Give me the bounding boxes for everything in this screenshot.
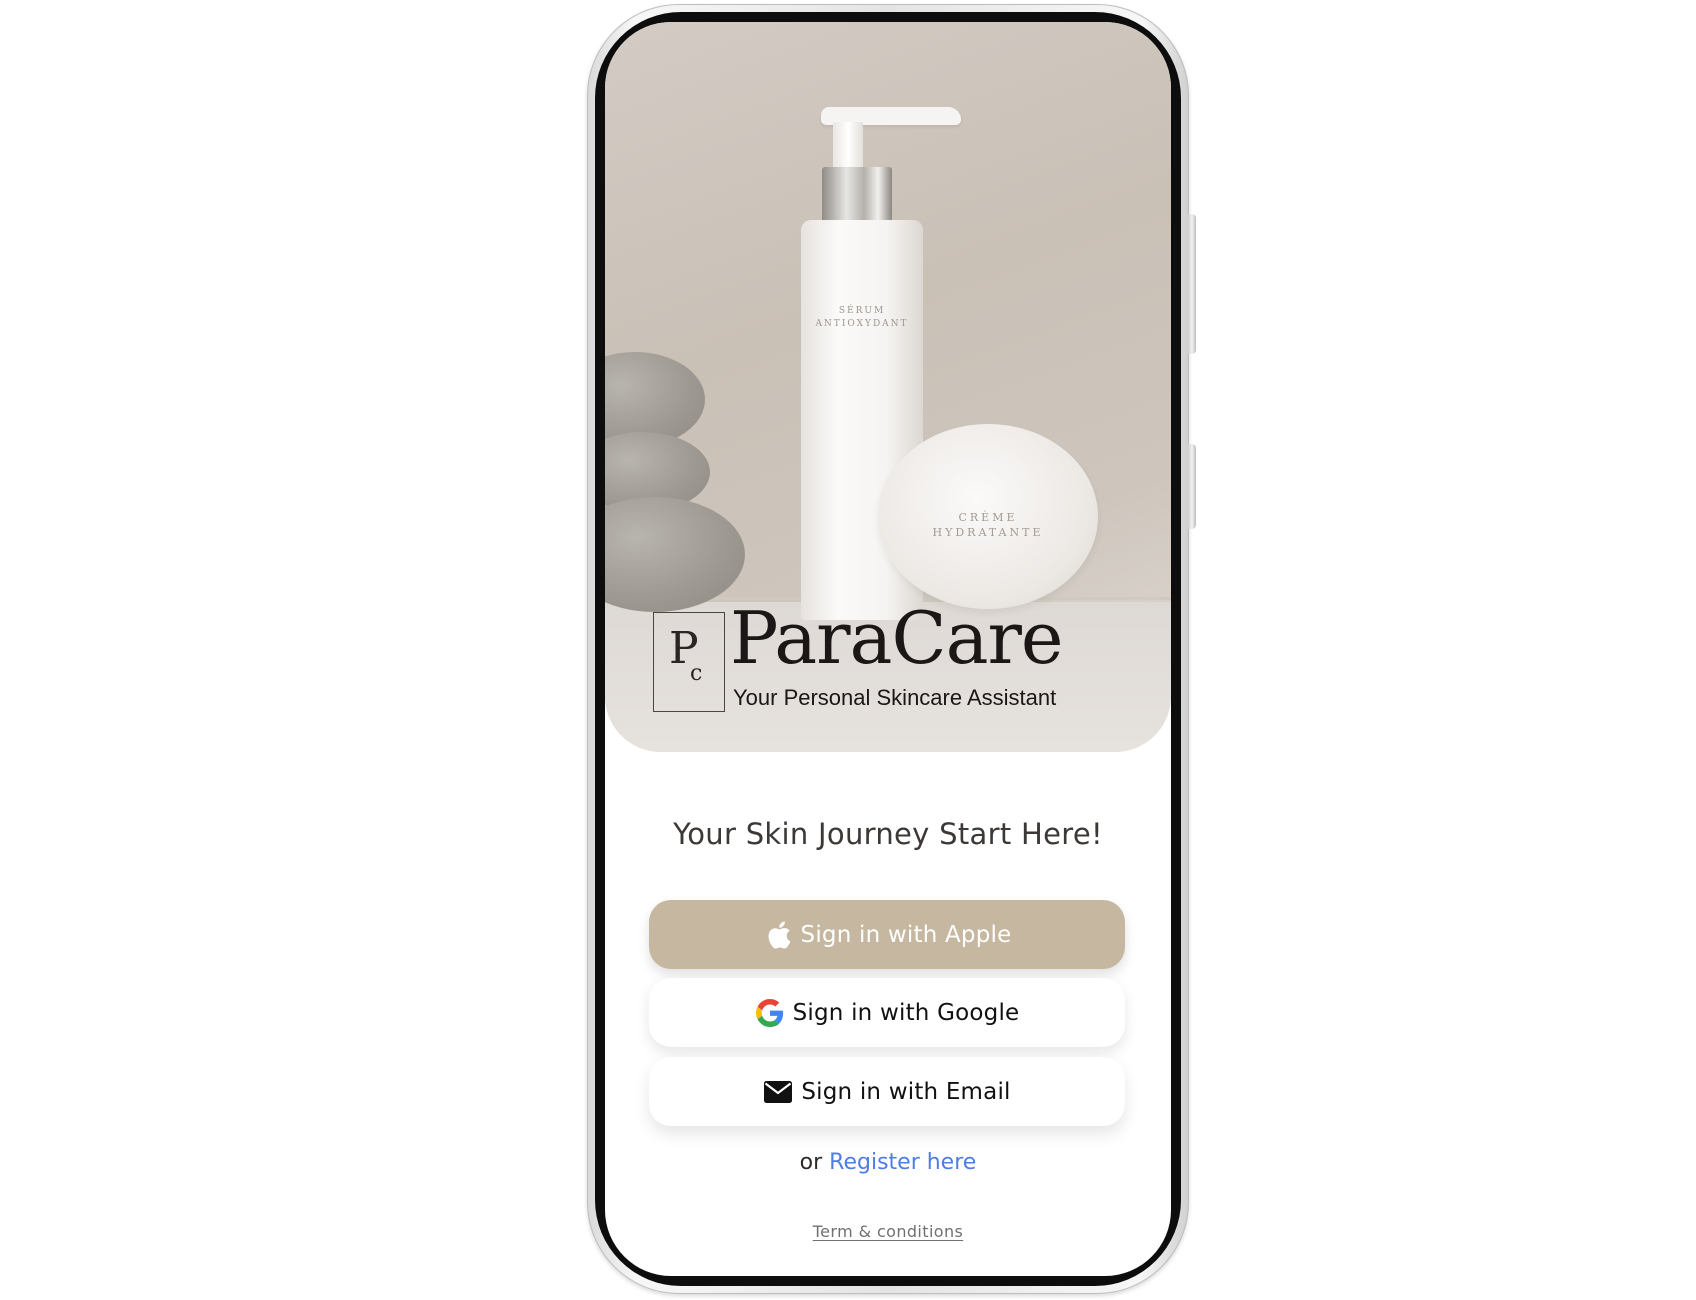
hero-image: SÉRUM ANTIOXYDANT CRÈME HYDRATANTE P c P… [605,22,1171,752]
bottle-label: SÉRUM ANTIOXYDANT [815,306,909,329]
power-button [1188,444,1196,529]
google-icon [755,998,785,1028]
register-prefix: or [799,1150,830,1175]
sign-in-apple-button[interactable]: Sign in with Apple [649,900,1125,969]
bottle-pump-neck [833,122,863,167]
apple-icon [763,920,793,950]
page-title: Your Skin Journey Start Here! [673,817,1103,851]
jar-label: CRÈME HYDRATANTE [932,511,1044,539]
app-screen: SÉRUM ANTIOXYDANT CRÈME HYDRATANTE P c P… [605,22,1171,1276]
apple-button-label: Sign in with Apple [800,921,1012,948]
register-link[interactable]: Register here [829,1150,976,1175]
brand-logo: P c [653,612,725,712]
terms-row: Term & conditions [605,1222,1171,1241]
stone-bottom [605,497,745,612]
sign-in-email-button[interactable]: Sign in with Email [649,1057,1125,1126]
google-button-label: Sign in with Google [792,999,1020,1026]
volume-button [1188,214,1196,354]
phone-frame: SÉRUM ANTIOXYDANT CRÈME HYDRATANTE P c P… [587,4,1196,1294]
register-row: or Register here [605,1150,1171,1175]
brand-name: ParaCare [730,596,1064,680]
email-button-label: Sign in with Email [801,1078,1011,1105]
logo-letter-c: c [690,661,703,686]
cream-jar: CRÈME HYDRATANTE [878,424,1098,609]
terms-link[interactable]: Term & conditions [813,1222,964,1241]
bottle-collar [822,167,892,222]
envelope-icon [763,1077,793,1107]
sign-in-google-button[interactable]: Sign in with Google [649,978,1125,1047]
brand-tagline: Your Personal Skincare Assistant [733,685,1057,710]
